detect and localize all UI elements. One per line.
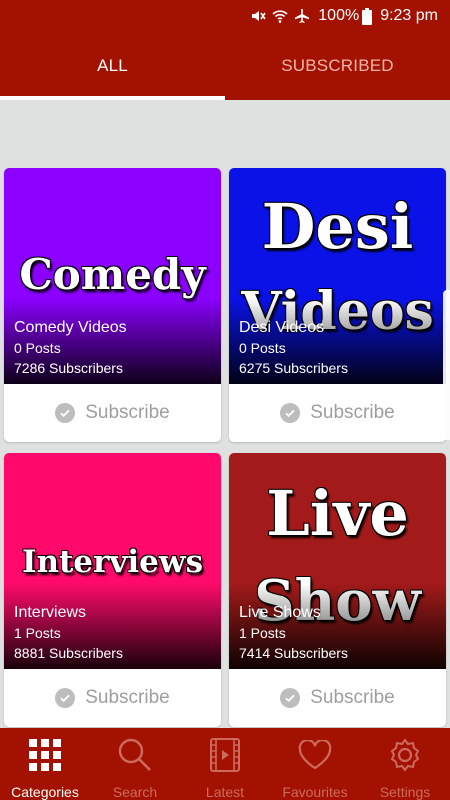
category-posts: 1 Posts xyxy=(239,625,286,641)
category-card-desi-videos[interactable]: Desi Videos Desi Videos 0 Posts 6275 Sub… xyxy=(229,168,446,442)
category-meta: Desi Videos 0 Posts 6275 Subscribers xyxy=(239,318,348,378)
subscribe-label: Subscribe xyxy=(85,687,170,708)
category-grid: Comedy Comedy Videos 0 Posts 7286 Subscr… xyxy=(0,100,450,728)
category-card-comedy[interactable]: Comedy Comedy Videos 0 Posts 7286 Subscr… xyxy=(4,168,221,442)
status-icons xyxy=(250,8,310,24)
check-icon xyxy=(55,688,76,708)
mute-icon xyxy=(250,8,266,24)
check-icon xyxy=(280,403,301,423)
category-card-live-shows[interactable]: Live Show Live Shows 1 Posts 7414 Subscr… xyxy=(229,453,446,727)
category-card-interviews[interactable]: Interviews Interviews 1 Posts 8881 Subsc… xyxy=(4,453,221,727)
category-title: Comedy Videos xyxy=(14,319,127,336)
nav-search[interactable]: Search xyxy=(90,728,180,800)
category-thumbnail[interactable]: Live Show Live Shows 1 Posts 7414 Subscr… xyxy=(229,453,446,669)
category-thumbnail[interactable]: Interviews Interviews 1 Posts 8881 Subsc… xyxy=(4,453,221,669)
nav-label: Latest xyxy=(205,784,245,800)
subscribe-button[interactable]: Subscribe xyxy=(4,384,221,442)
category-posts: 0 Posts xyxy=(239,340,286,356)
category-thumbnail[interactable]: Desi Videos Desi Videos 0 Posts 6275 Sub… xyxy=(229,168,446,384)
thumbnail-text: Interviews xyxy=(21,544,204,580)
thumbnail-text: Comedy xyxy=(19,250,206,299)
nav-label: Search xyxy=(112,784,158,800)
clock: 9:23 pm xyxy=(380,7,438,24)
grid-icon xyxy=(29,738,61,772)
subscribe-button[interactable]: Subscribe xyxy=(4,669,221,727)
check-icon xyxy=(280,688,301,708)
category-title: Desi Videos xyxy=(239,319,325,336)
category-meta: Live Shows 1 Posts 7414 Subscribers xyxy=(239,603,348,663)
tab-bar: ALL SUBSCRIBED xyxy=(0,32,450,100)
thumbnail-text: Live xyxy=(266,477,409,550)
tab-subscribed[interactable]: SUBSCRIBED xyxy=(225,32,450,100)
subscribe-label: Subscribe xyxy=(85,402,170,423)
nav-label: Favourites xyxy=(282,784,348,800)
tab-all[interactable]: ALL xyxy=(0,32,225,100)
category-subscribers: 7286 Subscribers xyxy=(14,360,123,376)
category-title: Interviews xyxy=(14,604,87,621)
next-card-peek xyxy=(443,290,450,440)
airplane-icon xyxy=(294,8,310,24)
battery-percentage: 100% xyxy=(318,7,360,24)
category-meta: Interviews 1 Posts 8881 Subscribers xyxy=(14,603,123,663)
category-posts: 0 Posts xyxy=(14,340,61,356)
category-posts: 1 Posts xyxy=(14,625,61,641)
subscribe-button[interactable]: Subscribe xyxy=(229,384,446,442)
category-thumbnail[interactable]: Comedy Comedy Videos 0 Posts 7286 Subscr… xyxy=(4,168,221,384)
category-subscribers: 7414 Subscribers xyxy=(239,645,348,661)
category-title: Live Shows xyxy=(239,604,321,621)
nav-favourites[interactable]: Favourites xyxy=(270,728,360,800)
bottom-nav: Categories Search Latest Favourites Sett… xyxy=(0,728,450,800)
nav-categories[interactable]: Categories xyxy=(0,728,90,800)
nav-label: Categories xyxy=(11,784,79,800)
wifi-icon xyxy=(272,8,288,24)
category-meta: Comedy Videos 0 Posts 7286 Subscribers xyxy=(14,318,127,378)
subscribe-label: Subscribe xyxy=(310,402,395,423)
nav-settings[interactable]: Settings xyxy=(360,728,450,800)
nav-latest[interactable]: Latest xyxy=(180,728,270,800)
thumbnail-text: Desi xyxy=(261,190,414,263)
nav-label: Settings xyxy=(379,784,431,800)
film-icon xyxy=(210,738,240,772)
check-icon xyxy=(55,403,76,423)
search-icon xyxy=(118,738,152,772)
subscribe-button[interactable]: Subscribe xyxy=(229,669,446,727)
gear-icon xyxy=(388,738,422,772)
subscribe-label: Subscribe xyxy=(310,687,395,708)
battery-icon xyxy=(362,7,373,25)
heart-icon xyxy=(298,738,332,772)
category-subscribers: 6275 Subscribers xyxy=(239,360,348,376)
status-bar: 100% 9:23 pm xyxy=(0,0,450,32)
category-subscribers: 8881 Subscribers xyxy=(14,645,123,661)
